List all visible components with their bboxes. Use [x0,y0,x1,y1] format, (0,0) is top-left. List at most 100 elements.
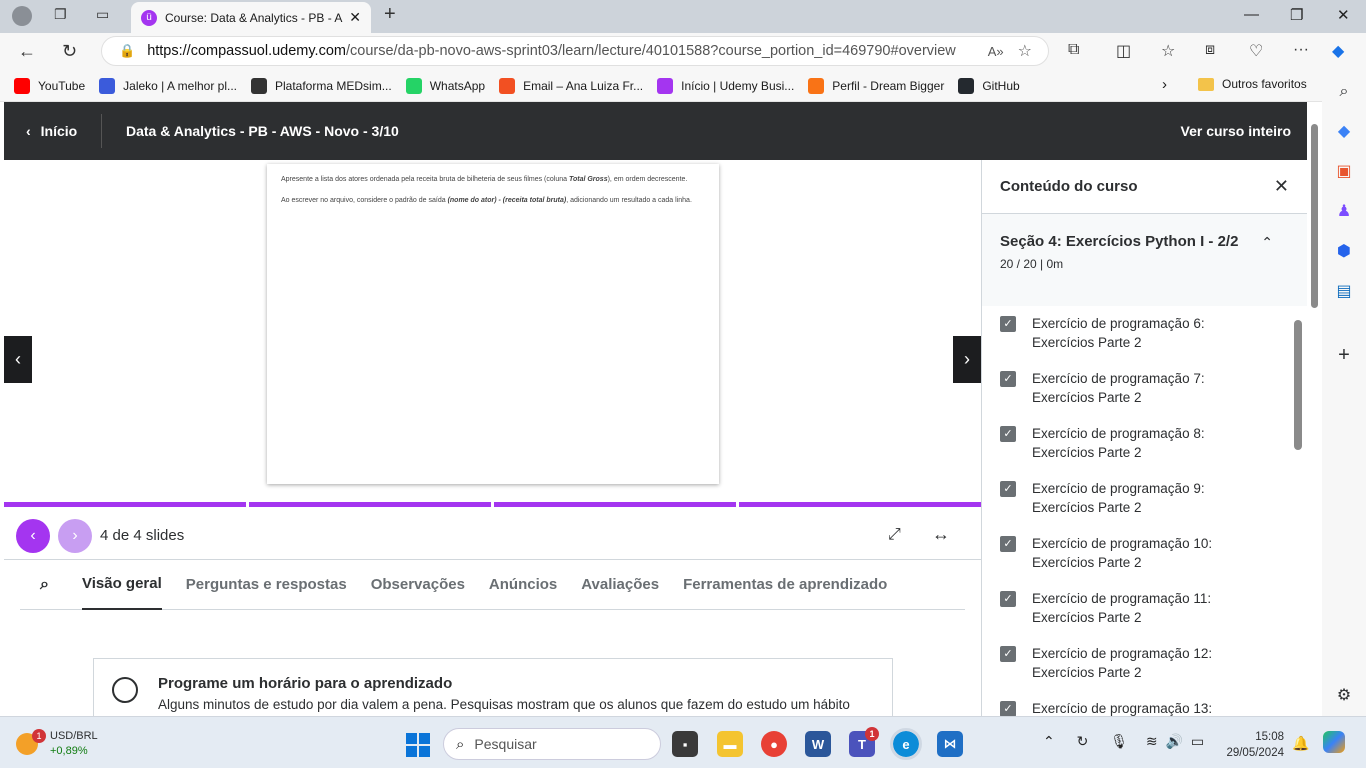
microsoft-365-icon[interactable]: ⬢ [1334,242,1354,262]
fullscreen-expand-icon[interactable]: ⤢ [888,526,901,544]
bookmark-item[interactable]: YouTube [14,77,85,94]
copilot-icon[interactable]: ◆ [1332,41,1344,61]
start-button-windows-icon[interactable] [406,733,430,757]
more-menu-icon[interactable]: ··· [1293,41,1309,59]
battery-icon[interactable]: ▭ [1191,733,1204,749]
collections-icon[interactable]: ⧈ [1205,41,1215,59]
word-icon[interactable]: W [805,731,831,757]
completed-checkbox-icon[interactable]: ✓ [1000,701,1016,716]
bookmark-label: Início | Udemy Busi... [681,78,795,93]
completed-checkbox-icon[interactable]: ✓ [1000,316,1016,332]
lecture-item[interactable]: ✓ Exercício de programação 11: Exercícios … [982,581,1307,636]
bookmark-item[interactable]: Perfil - Dream Bigger [808,77,945,94]
next-slide-button[interactable]: › [58,519,92,553]
edge-icon[interactable]: e [890,728,922,760]
microphone-icon[interactable]: 🎙 [1110,733,1128,749]
lecture-item[interactable]: ✓ Exercício de programação 7: Exercícios P… [982,361,1307,416]
tools-icon[interactable]: ▣ [1334,162,1354,182]
completed-checkbox-icon[interactable]: ✓ [1000,371,1016,387]
bookmark-label: Perfil - Dream Bigger [832,78,945,93]
bookmark-item[interactable]: WhatsApp [405,77,485,94]
tab-3[interactable]: Anúncios [489,560,557,610]
shopping-tag-icon[interactable]: ◆ [1334,122,1354,142]
new-tab-icon[interactable]: + [384,3,396,26]
taskbar-search[interactable]: ⌕ Pesquisar [443,728,661,760]
page-scrollbar[interactable] [1311,124,1318,308]
sidebar-scrollbar[interactable] [1294,320,1302,450]
taskbar-clock[interactable]: 15:08 29/05/2024 [1220,729,1284,761]
slide-text: Ao escrever no arquivo, considere o padr… [281,197,448,204]
tab-2[interactable]: Observações [371,560,465,610]
back-icon[interactable]: ← [18,41,36,62]
more-bookmarks-chevron-icon[interactable]: › [1162,76,1167,93]
extensions-icon[interactable]: ⧉ [1068,41,1079,59]
previous-slide-arrow-icon[interactable]: ‹ [4,336,32,383]
tab-5[interactable]: Ferramentas de aprendizado [683,560,887,610]
browser-tab-active[interactable]: ü Course: Data & Analytics - PB - A ✕ [131,2,371,33]
close-window-icon[interactable]: ✕ [1337,6,1350,24]
minimize-icon[interactable]: — [1244,6,1259,23]
vscode-icon[interactable]: ⋈ [937,731,963,757]
sidebar-settings-icon[interactable]: ⚙ [1334,686,1354,706]
games-icon[interactable]: ♟ [1334,202,1354,222]
lecture-item[interactable]: ✓ Exercício de programação 6: Exercícios P… [982,306,1307,361]
next-slide-arrow-icon[interactable]: › [953,336,981,383]
bookmark-item[interactable]: Jaleko | A melhor pl... [99,77,237,94]
browser-essentials-icon[interactable]: ♡ [1249,41,1263,61]
favorites-icon[interactable]: ☆ [1161,41,1175,61]
lock-icon[interactable]: 🔒 [119,43,135,59]
completed-checkbox-icon[interactable]: ✓ [1000,646,1016,662]
copilot-preview-icon[interactable] [1323,731,1345,753]
bookmark-item[interactable]: Email – Ana Luiza Fr... [499,77,643,94]
teams-icon[interactable]: T1 [849,727,879,757]
address-bar[interactable]: 🔒 https://compassuol.udemy.com/course/da… [101,36,1049,66]
completed-checkbox-icon[interactable]: ✓ [1000,481,1016,497]
completed-checkbox-icon[interactable]: ✓ [1000,591,1016,607]
tab-4[interactable]: Avaliações [581,560,659,610]
home-link[interactable]: ‹ Início [4,114,102,148]
bookmark-item[interactable]: GitHub [958,77,1020,94]
bookmark-item[interactable]: Início | Udemy Busi... [657,77,795,94]
completed-checkbox-icon[interactable]: ✓ [1000,426,1016,442]
previous-slide-button[interactable]: ‹ [16,519,50,553]
lecture-item[interactable]: ✓ Exercício de programação 12: Exercícios … [982,636,1307,691]
file-explorer-icon[interactable]: ▬ [717,731,743,757]
notifications-bell-icon[interactable]: 🔔 [1292,735,1309,752]
lecture-item[interactable]: ✓ Exercício de programação 8: Exercícios P… [982,416,1307,471]
widgets-button[interactable]: 1 USD/BRL +0,89% [16,729,98,759]
search-icon[interactable]: ⌕ [20,576,82,594]
volume-icon[interactable]: 🔊 [1166,733,1183,749]
tab-0[interactable]: Visão geral [82,560,162,610]
lecture-item[interactable]: ✓ Exercício de programação 9: Exercícios P… [982,471,1307,526]
tab-1[interactable]: Perguntas e respostas [186,560,347,610]
section-header[interactable]: Seção 4: Exercícios Python I - 2/2 20 / … [982,214,1307,306]
search-icon[interactable]: ⌕ [1334,82,1354,102]
lecture-title: Exercício de programação 11: [1032,591,1212,606]
view-full-course-link[interactable]: Ver curso inteiro [1181,123,1291,139]
task-view-icon[interactable]: ▪ [672,731,698,757]
wifi-icon[interactable]: ≋ [1146,733,1158,749]
lecture-item[interactable]: ✓ Exercício de programação 10: Exercícios … [982,526,1307,581]
favorite-star-icon[interactable]: ☆ [1018,41,1032,61]
sync-icon[interactable]: ↻ [1077,733,1089,749]
close-tab-icon[interactable]: ✕ [349,9,361,26]
lecture-subtitle: Exercícios Parte 2 [1032,610,1142,625]
bookmark-item[interactable]: Plataforma MEDsim... [251,77,392,94]
other-favorites-folder[interactable]: Outros favoritos [1198,77,1307,91]
add-sidebar-app-icon[interactable]: + [1334,345,1354,365]
restore-icon[interactable]: ❐ [1290,6,1303,24]
refresh-icon[interactable]: ↻ [62,41,77,62]
show-hidden-icons-chevron-icon[interactable]: ⌃ [1043,733,1055,749]
profile-avatar-icon[interactable] [12,6,32,26]
lecture-item[interactable]: ✓ Exercício de programação 13: [982,691,1307,716]
chrome-icon[interactable]: ● [761,731,787,757]
workspaces-icon[interactable]: ❐ [54,6,67,23]
read-aloud-icon[interactable]: A» [988,44,1004,59]
tab-actions-icon[interactable]: ▭ [96,6,109,23]
split-screen-icon[interactable]: ◫ [1116,41,1131,61]
outlook-icon[interactable]: ▤ [1334,282,1354,302]
chevron-up-icon[interactable]: ⌃ [1261,234,1273,251]
close-sidebar-icon[interactable]: ✕ [1274,176,1289,197]
widen-view-icon[interactable]: ↔ [932,524,950,545]
completed-checkbox-icon[interactable]: ✓ [1000,536,1016,552]
